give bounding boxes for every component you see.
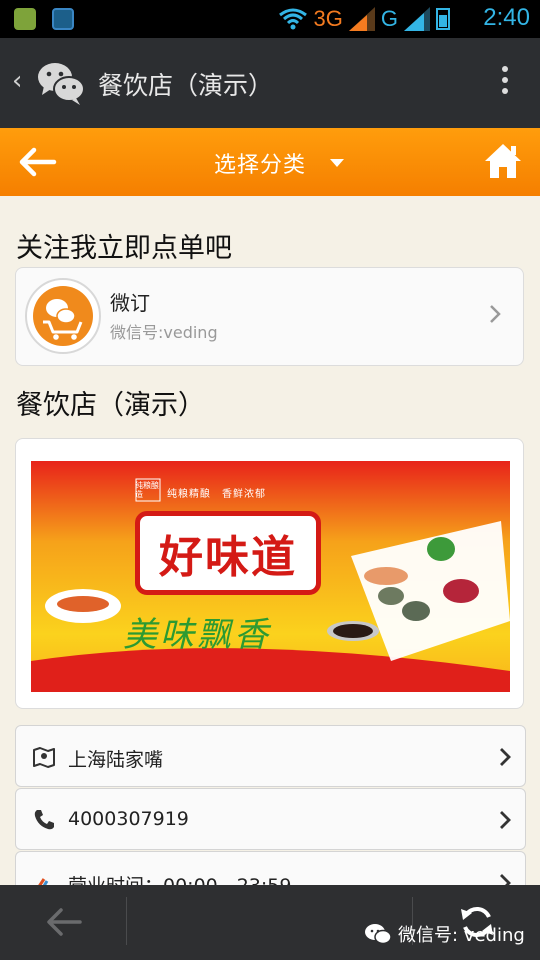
account-name: 微订 — [110, 291, 150, 315]
phone-row[interactable]: 4000307919 — [15, 788, 526, 850]
follow-heading: 关注我立即点单吧 — [16, 233, 232, 264]
browser-bottom-bar: 微信号: veding — [0, 885, 540, 960]
home-icon[interactable] — [484, 142, 522, 180]
wechat-title-bar: ‹ 餐饮店（演示） — [0, 38, 540, 128]
banner-brand: 好味道 — [159, 532, 297, 583]
signal-2-icon — [404, 7, 430, 31]
map-icon — [33, 747, 55, 768]
page-title: 餐饮店（演示） — [98, 71, 274, 100]
clock: 2:40 — [483, 4, 530, 31]
banner-card: 纯粮酿造 纯粮精酿 香鲜浓郁 好味道 美味飘香 — [15, 438, 524, 709]
category-header: 选择分类 — [0, 128, 540, 196]
wechat-icon — [38, 63, 85, 105]
app-notification-icon — [14, 8, 36, 30]
watermark: 微信号: veding — [364, 921, 525, 947]
chevron-right-icon — [500, 811, 511, 829]
phone-label: 4000307919 — [68, 808, 189, 830]
status-indicators: 3G G — [278, 5, 450, 33]
chevron-right-icon — [490, 305, 501, 323]
watermark-text: 微信号: veding — [398, 925, 525, 946]
store-info-list: 上海陆家嘴 4000307919 营业时间：00:00 - 23:59 — [15, 725, 526, 885]
divider — [126, 897, 127, 945]
clock-icon — [38, 878, 49, 885]
caret-down-icon[interactable] — [330, 159, 344, 167]
banner-brand-box: 好味道 — [135, 511, 321, 595]
chevron-right-icon — [500, 748, 511, 766]
back-chevron-icon[interactable]: ‹ — [12, 66, 22, 96]
hours-row[interactable]: 营业时间：00:00 - 23:59 — [15, 851, 526, 885]
store-banner[interactable]: 纯粮酿造 纯粮精酿 香鲜浓郁 好味道 美味飘香 — [31, 461, 510, 692]
banner-small-tag: 纯粮酿造 — [135, 481, 159, 499]
wechat-watermark-icon — [365, 924, 392, 945]
phone-icon — [34, 810, 54, 830]
account-avatar — [25, 278, 101, 354]
battery-icon — [436, 8, 450, 30]
address-label: 上海陆家嘴 — [68, 749, 164, 771]
store-heading: 餐饮店（演示） — [16, 390, 205, 421]
back-arrow-icon[interactable] — [18, 146, 58, 178]
account-card[interactable]: 微订 微信号:veding — [15, 267, 524, 366]
category-select[interactable]: 选择分类 — [214, 147, 306, 179]
account-id: 微信号:veding — [110, 323, 218, 342]
back-arrow-icon[interactable] — [44, 905, 84, 939]
cart-logo-icon — [43, 299, 83, 340]
banner-slogan: 美味飘香 — [123, 615, 271, 655]
address-row[interactable]: 上海陆家嘴 — [15, 725, 526, 787]
banner-tagline: 纯粮精酿 香鲜浓郁 — [167, 489, 266, 500]
more-menu-icon[interactable] — [502, 66, 510, 99]
status-bar: 3G G 2:40 — [0, 0, 540, 38]
hours-label: 营业时间：00:00 - 23:59 — [68, 871, 291, 885]
network-type-2: G — [380, 6, 398, 31]
network-type-1: 3G — [313, 6, 343, 31]
signal-1-icon — [348, 7, 375, 31]
content-area[interactable]: 关注我立即点单吧 微订 微信号:veding 餐饮店（演示） 纯粮酿造 纯粮精酿… — [0, 196, 540, 885]
wifi-icon — [278, 8, 307, 30]
image-notification-icon — [52, 8, 74, 30]
chevron-right-icon — [500, 874, 511, 885]
